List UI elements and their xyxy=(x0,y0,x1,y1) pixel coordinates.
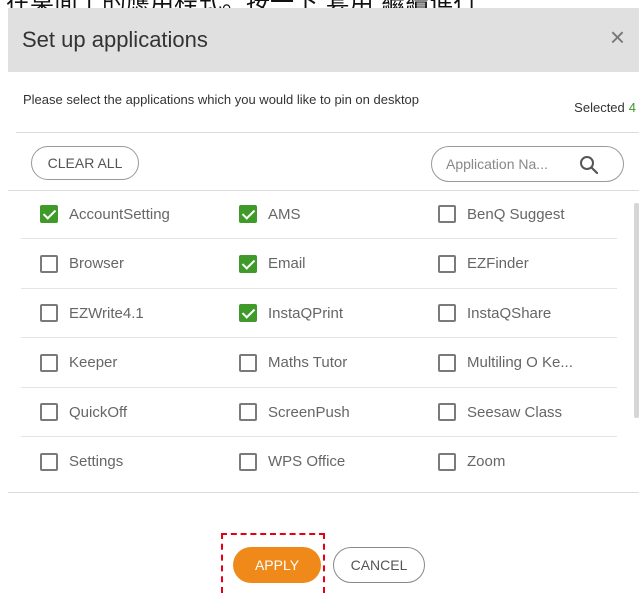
app-row: AccountSetting AMS BenQ Suggest xyxy=(21,190,617,239)
checkbox-checked[interactable] xyxy=(40,205,58,223)
app-row: Keeper Maths Tutor Multiling O Ke... xyxy=(21,339,617,388)
checkbox-unchecked[interactable] xyxy=(438,353,456,372)
app-checkbox-item[interactable]: InstaQShare xyxy=(438,303,551,323)
selected-count: 4 xyxy=(628,100,636,115)
app-checkbox-item[interactable]: QuickOff xyxy=(40,402,127,422)
app-label: InstaQShare xyxy=(467,304,552,322)
checkbox-unchecked[interactable] xyxy=(40,452,58,471)
selected-counter: Selected 4 xyxy=(574,100,636,115)
app-row: EZWrite4.1 InstaQPrint InstaQShare xyxy=(21,289,617,338)
app-row: Browser Email EZFinder xyxy=(21,240,617,289)
app-checkbox-item[interactable]: Keeper xyxy=(40,353,117,373)
app-row: QuickOff ScreenPush Seesaw Class xyxy=(21,388,617,437)
search-icon[interactable] xyxy=(579,155,599,175)
scrollbar[interactable] xyxy=(634,203,639,418)
app-label: EZFinder xyxy=(467,255,529,272)
app-checkbox-item[interactable]: EZWrite4.1 xyxy=(40,303,144,323)
checkbox-unchecked[interactable] xyxy=(40,403,58,421)
app-checkbox-item[interactable]: BenQ Suggest xyxy=(438,204,565,224)
app-checkbox-item[interactable]: AMS xyxy=(239,204,301,224)
checkbox-unchecked[interactable] xyxy=(239,353,257,372)
checkbox-unchecked[interactable] xyxy=(438,254,456,273)
app-row: Settings WPS Office Zoom xyxy=(21,438,617,487)
checkbox-unchecked[interactable] xyxy=(40,353,58,372)
app-label: EZWrite4.1 xyxy=(69,304,144,322)
divider xyxy=(16,132,639,133)
app-grid: AccountSetting AMS BenQ Suggest Browser Emai… xyxy=(8,190,632,492)
checkbox-checked[interactable] xyxy=(239,254,257,273)
checkbox-unchecked[interactable] xyxy=(239,403,257,421)
checkbox-unchecked[interactable] xyxy=(40,304,58,322)
app-checkbox-item[interactable]: Maths Tutor xyxy=(239,353,347,373)
app-checkbox-item[interactable]: EZFinder xyxy=(438,254,529,274)
app-label: AccountSetting xyxy=(69,205,170,223)
checkbox-unchecked[interactable] xyxy=(438,304,456,322)
app-label: Keeper xyxy=(69,354,118,371)
checkbox-unchecked[interactable] xyxy=(438,452,456,471)
app-label: Zoom xyxy=(467,453,506,470)
app-label: QuickOff xyxy=(69,403,128,421)
app-checkbox-item[interactable]: Email xyxy=(239,254,306,274)
clear-all-button[interactable]: CLEAR ALL xyxy=(31,146,139,180)
checkbox-checked[interactable] xyxy=(239,205,257,223)
app-label: Settings xyxy=(69,453,124,470)
checkbox-checked[interactable] xyxy=(239,304,257,322)
dialog-title: Set up applications xyxy=(22,27,208,52)
close-icon[interactable]: × xyxy=(610,24,625,50)
app-label: Multiling O Ke... xyxy=(467,354,573,371)
previous-text: 在桌面上的應用程式。按一下 套用 繼續進行 xyxy=(6,0,477,8)
app-label: Email xyxy=(268,255,306,272)
cancel-button[interactable]: CANCEL xyxy=(333,547,425,583)
app-label: ScreenPush xyxy=(268,403,350,421)
search-box[interactable] xyxy=(431,146,624,182)
app-checkbox-item[interactable]: Browser xyxy=(40,254,124,274)
checkbox-unchecked[interactable] xyxy=(438,205,456,223)
previous-text-fragment: 在桌面上的應用程式。按一下 套用 繼續進行 xyxy=(0,0,639,8)
search-input[interactable] xyxy=(446,155,574,173)
app-checkbox-item[interactable]: WPS Office xyxy=(239,452,345,472)
app-checkbox-item[interactable]: Seesaw Class xyxy=(438,402,562,422)
instruction-text: Please select the applications which you… xyxy=(23,92,420,107)
app-checkbox-item[interactable]: Zoom xyxy=(438,452,505,472)
app-checkbox-item[interactable]: InstaQPrint xyxy=(239,303,343,323)
apply-button[interactable]: APPLY xyxy=(233,547,321,583)
app-checkbox-item[interactable]: ScreenPush xyxy=(239,402,350,422)
app-checkbox-item[interactable]: AccountSetting xyxy=(40,204,170,224)
checkbox-unchecked[interactable] xyxy=(40,254,58,273)
selected-label: Selected xyxy=(574,100,625,115)
app-label: WPS Office xyxy=(268,453,346,470)
checkbox-unchecked[interactable] xyxy=(438,403,456,421)
app-label: Seesaw Class xyxy=(467,403,563,421)
app-checkbox-item[interactable]: Multiling O Ke... xyxy=(438,353,573,373)
dialog-header: Set up applications × xyxy=(8,8,639,72)
app-checkbox-item[interactable]: Settings xyxy=(40,452,123,472)
app-label: BenQ Suggest xyxy=(467,205,565,223)
app-label: AMS xyxy=(268,205,301,223)
app-label: Maths Tutor xyxy=(268,354,348,371)
app-label: InstaQPrint xyxy=(268,304,344,322)
app-label: Browser xyxy=(69,255,125,272)
checkbox-unchecked[interactable] xyxy=(239,452,257,471)
divider xyxy=(8,492,639,493)
